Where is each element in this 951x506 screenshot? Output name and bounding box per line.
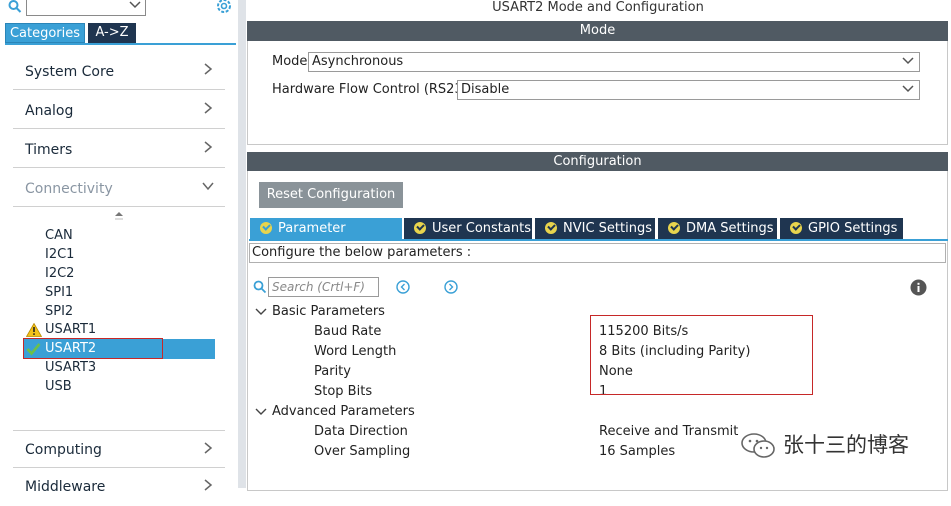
parameter-search-input[interactable]: Search (Crtl+F) [268,277,379,297]
check-circle-icon [414,222,426,234]
annotation-box-values [590,315,813,395]
previous-icon[interactable] [396,280,410,294]
peripheral-item-usb[interactable]: USB [45,379,72,394]
peripheral-item-i2c1[interactable]: I2C1 [45,247,74,262]
category-system-core[interactable]: System Core [13,52,225,90]
tab-nvic-settings[interactable]: NVIC Settings [535,218,655,239]
chevron-down-icon[interactable] [255,307,267,317]
flow-control-select[interactable]: Disable [457,80,920,100]
gear-icon[interactable] [214,0,234,16]
chevron-down-icon [202,182,214,191]
category-middleware[interactable]: Middleware [13,468,225,506]
chevron-down-icon [902,57,914,65]
configuration-header: Configuration [247,152,948,171]
tab-a-to-z[interactable]: A->Z [88,23,136,43]
tab-label: GPIO Settings [808,221,898,236]
search-icon[interactable] [8,0,22,14]
param-name-parity: Parity [314,364,351,379]
param-name-over-sampling: Over Sampling [314,444,411,459]
info-icon[interactable] [910,279,927,296]
check-circle-icon [790,222,802,234]
search-placeholder: Search (Crtl+F) [272,280,365,294]
param-value-data-direction[interactable]: Receive and Transmit [599,424,738,439]
scroll-up-icon[interactable] [114,211,124,221]
category-label: Timers [25,142,73,158]
tab-gpio-settings[interactable]: GPIO Settings [780,218,903,239]
flow-control-label: Hardware Flow Control (RS232) [272,82,477,97]
tab-underline [5,43,236,45]
category-analog[interactable]: Analog [13,91,225,129]
tab-dma-settings[interactable]: DMA Settings [658,218,777,239]
chevron-right-icon [204,442,213,454]
chevron-down-icon[interactable] [255,407,267,417]
group-advanced-parameters[interactable]: Advanced Parameters [272,404,415,419]
group-basic-parameters[interactable]: Basic Parameters [272,304,385,319]
tab-label: User Constants [432,221,531,236]
param-name-baud-rate: Baud Rate [314,324,382,339]
annotation-box-usart2 [23,338,163,359]
check-circle-icon [260,222,272,234]
chevron-right-icon [204,63,213,75]
tab-underline [249,239,948,241]
tab-parameter-settings[interactable]: Parameter Settings [250,218,402,257]
category-label: Middleware [25,479,106,495]
peripheral-item-spi1[interactable]: SPI1 [45,285,73,300]
search-icon [253,280,267,294]
category-label: System Core [25,64,115,80]
mode-select[interactable]: Asynchronous [308,52,920,72]
chevron-right-icon [204,102,213,114]
next-icon[interactable] [444,280,458,294]
warning-icon [26,323,42,337]
reset-configuration-button[interactable]: Reset Configuration [259,182,403,208]
category-timers[interactable]: Timers [13,130,225,168]
watermark-text: 张十三的博客 [783,433,909,457]
peripheral-item-spi2[interactable]: SPI2 [45,304,73,319]
peripheral-item-usart3[interactable]: USART3 [45,360,96,375]
categories-panel: Categories A->Z System Core Analog Timer… [0,0,240,495]
chevron-down-icon [129,1,141,9]
component-search-combo[interactable] [26,0,146,16]
peripheral-item-usart1[interactable]: USART1 [45,322,96,337]
mode-select-value: Asynchronous [312,54,404,69]
tab-label: NVIC Settings [563,221,652,236]
window-title: USART2 Mode and Configuration [492,0,704,15]
check-circle-icon [545,222,557,234]
param-name-data-direction: Data Direction [314,424,408,439]
category-label: Computing [25,442,102,458]
category-computing[interactable]: Computing [13,430,225,468]
category-connectivity[interactable]: Connectivity [13,169,225,207]
category-label: Connectivity [25,181,113,197]
tab-user-constants[interactable]: User Constants [404,218,532,239]
mode-label: Mode [272,54,308,69]
category-label: Analog [25,103,74,119]
tab-categories[interactable]: Categories [5,23,85,43]
peripheral-item-i2c2[interactable]: I2C2 [45,266,74,281]
peripheral-item-can[interactable]: CAN [45,228,73,243]
check-circle-icon [668,222,680,234]
param-name-word-length: Word Length [314,344,397,359]
wechat-icon [741,433,775,458]
mode-header: Mode [247,21,948,41]
configuration-description: Configure the below parameters : [249,243,946,263]
tab-label: DMA Settings [686,221,774,236]
vertical-splitter[interactable] [238,0,246,488]
param-value-over-sampling[interactable]: 16 Samples [599,444,675,459]
chevron-down-icon [902,85,914,93]
chevron-right-icon [204,141,213,153]
chevron-right-icon [204,479,213,491]
flow-control-value: Disable [461,82,510,97]
param-name-stop-bits: Stop Bits [314,384,373,399]
